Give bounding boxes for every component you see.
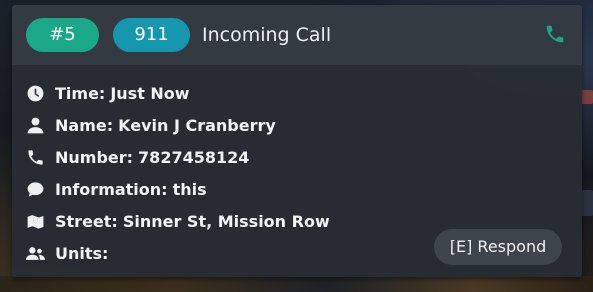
detail-label: Name:	[55, 115, 114, 135]
comment-icon	[25, 179, 45, 199]
background-light	[581, 190, 593, 216]
detail-row-number: Number: 7827458124	[25, 141, 330, 173]
detail-value-number: 7827458124	[138, 147, 250, 167]
detail-value-time: Just Now	[110, 83, 190, 103]
dispatch-call-notification: #5 911 Incoming Call Time: Just Now Name…	[12, 5, 582, 277]
detail-value-name: Kevin J Cranberry	[118, 115, 276, 135]
call-details: Time: Just Now Name: Kevin J Cranberry N…	[25, 77, 330, 269]
detail-label: Time:	[55, 83, 106, 103]
notification-header: #5 911 Incoming Call	[12, 5, 582, 65]
call-code-badge: 911	[113, 18, 190, 52]
detail-row-name: Name: Kevin J Cranberry	[25, 109, 330, 141]
detail-label: Information:	[55, 179, 168, 199]
phone-icon	[546, 25, 564, 43]
detail-value-information: this	[172, 179, 207, 199]
clock-icon	[25, 83, 45, 103]
user-icon	[25, 115, 45, 135]
respond-button[interactable]: [E] Respond	[434, 229, 562, 265]
detail-label: Number:	[55, 147, 134, 167]
users-icon	[25, 243, 45, 263]
map-icon	[25, 211, 45, 231]
detail-row-street: Street: Sinner St, Mission Row	[25, 205, 330, 237]
detail-value-street: Sinner St, Mission Row	[122, 211, 330, 231]
detail-row-units: Units:	[25, 237, 330, 269]
background-light	[581, 90, 593, 104]
phone-icon	[25, 147, 45, 167]
background-street	[0, 276, 593, 292]
detail-row-time: Time: Just Now	[25, 77, 330, 109]
detail-label: Units:	[55, 243, 109, 263]
call-id-badge: #5	[26, 18, 99, 52]
call-title: Incoming Call	[202, 24, 332, 46]
detail-label: Street:	[55, 211, 118, 231]
detail-row-information: Information: this	[25, 173, 330, 205]
